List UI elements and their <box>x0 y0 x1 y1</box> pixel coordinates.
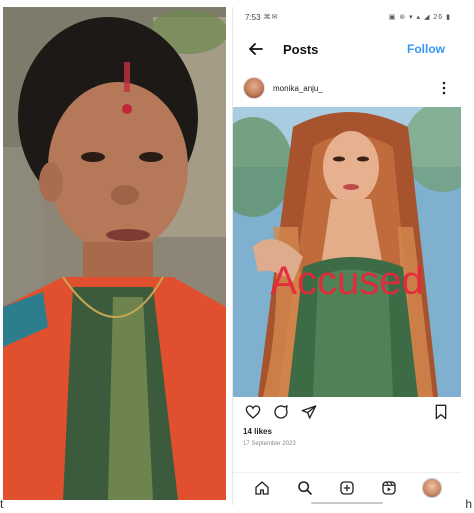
reels-icon[interactable] <box>378 477 400 499</box>
woman-portrait-photo <box>3 7 226 500</box>
post-image[interactable]: Accused <box>233 107 461 397</box>
status-bar: 7:53 ⌘✉ ▣ ⊚ ▾ ▴ ◢ 26 ▮ <box>233 7 461 27</box>
send-icon[interactable] <box>299 402 319 422</box>
heart-icon[interactable] <box>243 402 263 422</box>
instagram-screenshot: 7:53 ⌘✉ ▣ ⊚ ▾ ▴ ◢ 26 ▮ Posts Follow moni… <box>232 7 461 505</box>
accused-watermark: Accused <box>270 259 424 303</box>
cropped-text-right: h <box>465 497 472 511</box>
post-date: 17 September 2023 <box>243 441 296 447</box>
bookmark-icon[interactable] <box>431 402 451 422</box>
post-actions <box>233 399 461 425</box>
status-bar-left: 7:53 ⌘✉ <box>245 13 278 22</box>
battery-icon: ▮ <box>446 14 451 21</box>
username[interactable]: monika_anju_ <box>273 84 437 93</box>
arrow-left-icon[interactable] <box>245 38 267 60</box>
cropped-text-left: t <box>0 497 4 511</box>
top-bar: Posts Follow <box>233 32 461 66</box>
profile-avatar-image <box>421 477 442 498</box>
more-vertical-icon[interactable] <box>437 78 451 98</box>
composite-image: 7:53 ⌘✉ ▣ ⊚ ▾ ▴ ◢ 26 ▮ Posts Follow moni… <box>0 0 474 513</box>
home-icon[interactable] <box>251 477 273 499</box>
notification-icons: ⌘✉ <box>263 14 279 21</box>
avatar[interactable] <box>243 77 265 99</box>
search-icon[interactable] <box>294 477 316 499</box>
post-header: monika_anju_ <box>233 71 461 105</box>
status-bar-right: ▣ ⊚ ▾ ▴ ◢ 26 ▮ <box>389 13 451 21</box>
bottom-nav <box>233 472 461 502</box>
profile-avatar[interactable] <box>421 477 443 499</box>
home-indicator[interactable] <box>311 502 383 504</box>
comment-icon[interactable] <box>271 402 291 422</box>
system-status-icons: ▣ ⊚ ▾ ▴ ◢ 26 <box>388 14 444 21</box>
follow-button[interactable]: Follow <box>407 42 445 56</box>
likes-count[interactable]: 14 likes <box>243 427 272 436</box>
page-title: Posts <box>283 41 319 57</box>
add-icon[interactable] <box>336 477 358 499</box>
status-time: 7:53 <box>245 12 261 22</box>
